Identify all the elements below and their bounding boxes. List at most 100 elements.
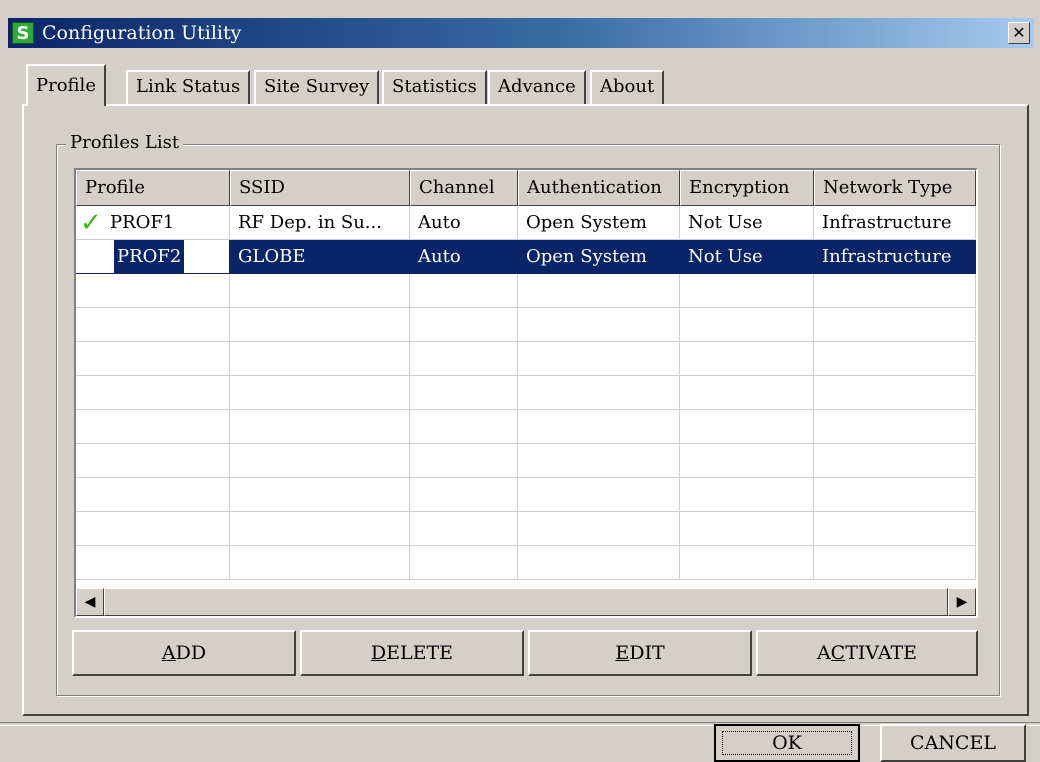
close-button[interactable]: ✕ xyxy=(1008,22,1030,44)
tab-about[interactable]: About xyxy=(590,70,665,104)
table-cell-empty xyxy=(76,410,230,444)
close-icon: ✕ xyxy=(1012,23,1026,42)
column-header-encryption[interactable]: Encryption xyxy=(680,170,814,206)
table-cell-empty xyxy=(76,342,230,376)
table-cell-empty xyxy=(680,546,814,580)
column-header-channel[interactable]: Channel xyxy=(410,170,518,206)
ok-button[interactable]: OK xyxy=(714,724,860,762)
table-cell-empty xyxy=(76,512,230,546)
table-row-empty[interactable] xyxy=(76,342,976,376)
table-cell-empty xyxy=(814,444,976,478)
table-cell-empty xyxy=(230,410,410,444)
activate-mnemonic: C xyxy=(830,642,846,664)
table-cell-network-type: Infrastructure xyxy=(814,240,976,274)
table-row-empty[interactable] xyxy=(76,376,976,410)
activate-button[interactable]: ACTIVATE xyxy=(756,630,978,676)
edit-button[interactable]: EDIT xyxy=(528,630,752,676)
table-cell-empty xyxy=(76,478,230,512)
table-cell-empty xyxy=(76,444,230,478)
cancel-button[interactable]: CANCEL xyxy=(880,724,1026,762)
table-row-empty[interactable] xyxy=(76,274,976,308)
edit-mnemonic: E xyxy=(615,642,630,664)
add-button[interactable]: ADD xyxy=(72,630,296,676)
table-row-empty[interactable] xyxy=(76,478,976,512)
table-cell-empty xyxy=(814,512,976,546)
table-cell-empty xyxy=(814,308,976,342)
table-cell-empty xyxy=(410,410,518,444)
table-cell-empty xyxy=(518,376,680,410)
table-cell-empty xyxy=(76,308,230,342)
table-cell-empty xyxy=(230,342,410,376)
table-cell-ssid: GLOBE xyxy=(230,240,410,274)
table-cell-empty xyxy=(680,444,814,478)
table-cell-empty xyxy=(76,274,230,308)
tab-profile-label: Profile xyxy=(36,75,96,96)
table-row-empty[interactable] xyxy=(76,512,976,546)
profile-name: PROF1 xyxy=(110,212,175,233)
delete-button[interactable]: DELETE xyxy=(300,630,524,676)
table-cell-channel: Auto xyxy=(410,206,518,240)
scroll-left-button[interactable]: ◀ xyxy=(76,588,104,616)
configuration-utility-window: S Configuration Utility ✕ Profile Link S… xyxy=(0,0,1040,762)
table-cell-empty xyxy=(680,376,814,410)
table-cell-empty xyxy=(410,444,518,478)
tab-profile[interactable]: Profile xyxy=(26,64,106,106)
tab-advance[interactable]: Advance xyxy=(488,70,586,104)
tab-site-survey-label: Site Survey xyxy=(264,76,370,97)
title-bar[interactable]: S Configuration Utility ✕ xyxy=(8,18,1034,48)
add-mnemonic: A xyxy=(161,642,176,664)
table-row-selected[interactable]: PROF2 GLOBE Auto Open System Not Use Inf… xyxy=(76,240,976,274)
table-cell-empty xyxy=(410,546,518,580)
table-row-empty[interactable] xyxy=(76,546,976,580)
table-cell-empty xyxy=(518,342,680,376)
table-cell-empty xyxy=(814,342,976,376)
tab-link-status-label: Link Status xyxy=(136,76,241,97)
table-cell-empty xyxy=(410,308,518,342)
delete-label-rest: ELETE xyxy=(386,642,454,664)
table-cell-empty xyxy=(518,308,680,342)
profiles-table[interactable]: Profile SSID Channel Authentication Encr… xyxy=(74,168,978,618)
table-row-empty[interactable] xyxy=(76,444,976,478)
table-cell-empty xyxy=(814,274,976,308)
table-cell-empty xyxy=(410,478,518,512)
cancel-label: CANCEL xyxy=(910,732,996,754)
column-header-ssid[interactable]: SSID xyxy=(230,170,410,206)
table-cell-empty xyxy=(76,376,230,410)
table-cell-empty xyxy=(680,274,814,308)
table-row[interactable]: ✓ PROF1 RF Dep. in Su... Auto Open System… xyxy=(76,206,976,240)
table-cell-empty xyxy=(410,376,518,410)
tab-about-label: About xyxy=(600,76,655,97)
table-row-empty[interactable] xyxy=(76,410,976,444)
table-cell-empty xyxy=(230,546,410,580)
scrollbar-thumb[interactable] xyxy=(104,588,948,616)
table-cell-empty xyxy=(230,444,410,478)
scroll-right-button[interactable]: ▶ xyxy=(948,588,976,616)
table-row-empty[interactable] xyxy=(76,308,976,342)
table-cell-empty xyxy=(814,478,976,512)
table-cell-empty xyxy=(230,376,410,410)
table-header: Profile SSID Channel Authentication Encr… xyxy=(76,170,976,206)
table-cell-profile: PROF2 xyxy=(76,240,230,274)
tab-statistics[interactable]: Statistics xyxy=(382,70,487,104)
table-cell-empty xyxy=(518,512,680,546)
table-cell-empty xyxy=(680,478,814,512)
column-header-network-type[interactable]: Network Type xyxy=(814,170,976,206)
table-cell-encryption: Not Use xyxy=(680,240,814,274)
table-cell-ssid: RF Dep. in Su... xyxy=(230,206,410,240)
table-cell-empty xyxy=(518,444,680,478)
table-cell-empty xyxy=(680,512,814,546)
add-label-rest: DD xyxy=(175,642,207,664)
tab-statistics-label: Statistics xyxy=(392,76,477,97)
table-cell-empty xyxy=(410,512,518,546)
tab-link-status[interactable]: Link Status xyxy=(126,70,251,104)
column-header-profile[interactable]: Profile xyxy=(76,170,230,206)
table-cell-empty xyxy=(680,342,814,376)
arrow-right-icon: ▶ xyxy=(956,594,968,610)
tab-site-survey[interactable]: Site Survey xyxy=(254,70,380,104)
table-cell-empty xyxy=(518,478,680,512)
horizontal-scrollbar[interactable]: ◀ ▶ xyxy=(76,588,976,616)
column-header-authentication[interactable]: Authentication xyxy=(518,170,680,206)
profiles-list-label: Profiles List xyxy=(66,130,184,156)
table-cell-empty xyxy=(410,274,518,308)
table-cell-empty xyxy=(680,410,814,444)
